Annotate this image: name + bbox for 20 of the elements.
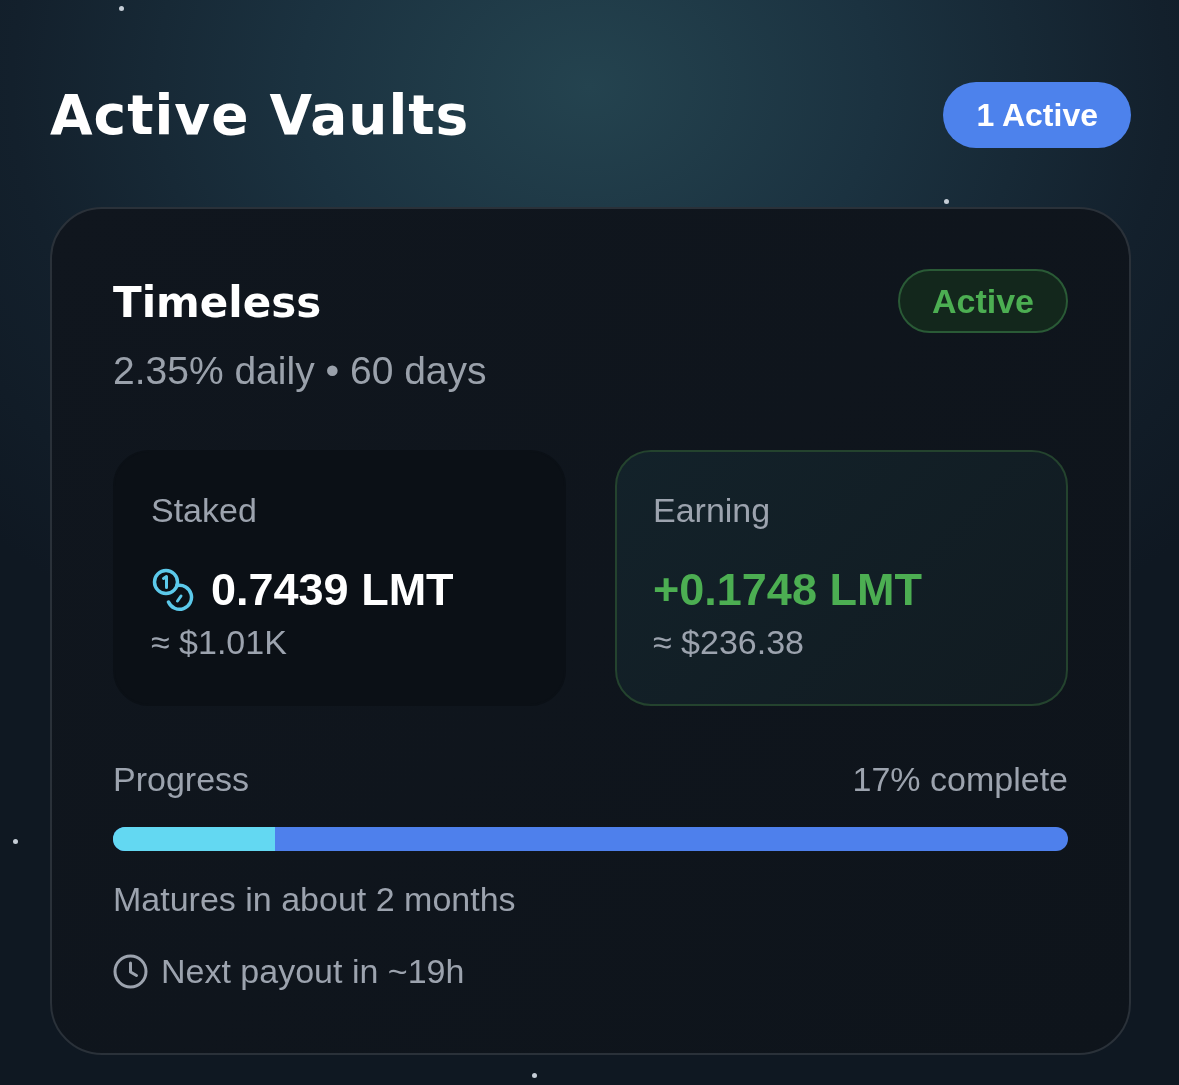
progress-label: Progress xyxy=(113,759,250,800)
stat-value: +0.1748 LMT xyxy=(653,563,922,617)
stat-usd-value: ≈ $236.38 xyxy=(653,622,805,662)
next-payout-text: Next payout in ~19h xyxy=(161,951,465,992)
maturity-text: Matures in about 2 months xyxy=(113,879,517,920)
page-title: Active Vaults xyxy=(50,82,470,148)
vault-name: Timeless xyxy=(113,278,322,328)
stat-label: Earning xyxy=(653,490,772,530)
stat-usd-value: ≈ $1.01K xyxy=(151,622,288,662)
star-dot-icon xyxy=(944,199,949,204)
status-badge: Active xyxy=(897,269,1068,333)
clock-icon xyxy=(113,953,148,989)
active-count-badge: 1 Active xyxy=(943,82,1131,148)
stat-value: 0.7439 LMT xyxy=(211,563,454,617)
progress-reading: 17% complete xyxy=(852,759,1068,800)
vault-terms: 2.35% daily • 60 days xyxy=(113,348,488,394)
star-dot-icon xyxy=(13,839,18,844)
star-dot-icon xyxy=(532,1073,537,1078)
star-dot-icon xyxy=(119,6,124,11)
stat-label: Staked xyxy=(151,490,258,530)
